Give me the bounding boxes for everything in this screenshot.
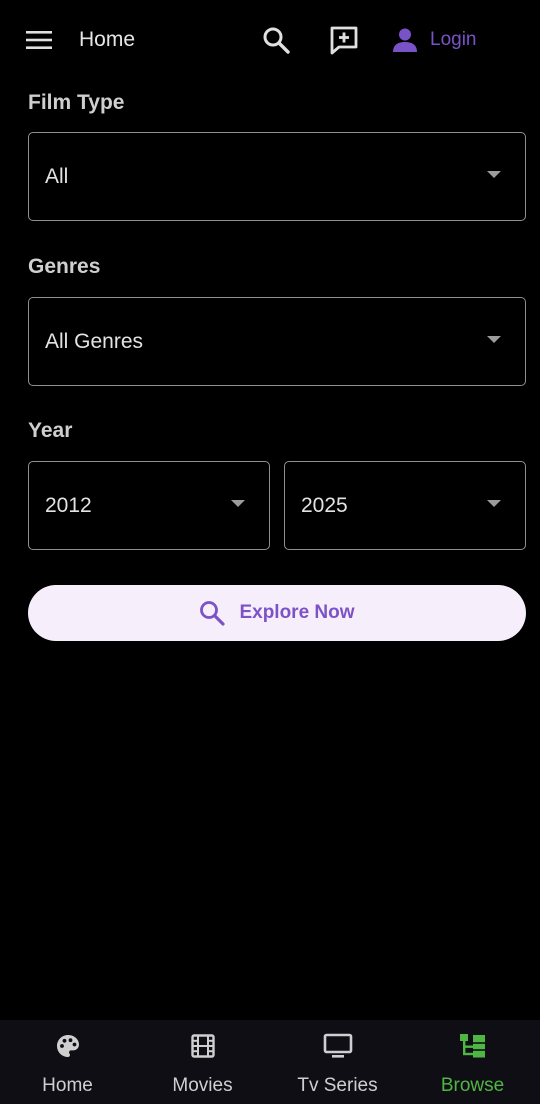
page-title: Home: [79, 28, 136, 51]
menu-icon: [26, 31, 52, 49]
login-label: Login: [430, 29, 477, 50]
year-to-select[interactable]: 2025: [284, 461, 526, 550]
request-button[interactable]: [325, 22, 363, 58]
nav-label-tv-series: Tv Series: [297, 1075, 378, 1096]
chevron-down-icon: [487, 500, 501, 507]
year-from-value: 2012: [45, 493, 92, 517]
search-icon: [263, 27, 290, 54]
person-icon: [393, 28, 417, 52]
film-type-value: All: [45, 164, 69, 188]
search-icon: [200, 601, 226, 626]
chevron-down-icon: [487, 171, 501, 178]
film-type-select[interactable]: All: [28, 132, 526, 221]
year-label: Year: [28, 419, 73, 442]
chevron-down-icon: [487, 336, 501, 343]
tv-icon: [323, 1033, 352, 1058]
nav-label-home: Home: [42, 1075, 93, 1096]
nav-item-home[interactable]: Home: [0, 1020, 135, 1104]
menu-button[interactable]: [22, 24, 56, 56]
search-button[interactable]: [258, 22, 294, 58]
year-from-select[interactable]: 2012: [28, 461, 270, 550]
genres-value: All Genres: [45, 329, 144, 353]
nav-label-browse: Browse: [440, 1075, 505, 1096]
nav-item-movies[interactable]: Movies: [135, 1020, 270, 1104]
add-comment-icon: [330, 26, 358, 55]
explore-now-button[interactable]: Explore Now: [28, 585, 526, 641]
nav-label-movies: Movies: [172, 1075, 233, 1096]
explore-now-label: Explore Now: [239, 602, 355, 623]
film-type-label: Film Type: [28, 91, 125, 114]
bottom-navigation: Home Movies Tv Series Browse: [0, 1020, 540, 1104]
login-button[interactable]: Login: [392, 22, 477, 58]
chevron-down-icon: [231, 500, 245, 507]
year-to-value: 2025: [301, 493, 348, 517]
genres-label: Genres: [28, 255, 101, 278]
browse-icon: [459, 1034, 485, 1058]
palette-icon: [56, 1035, 79, 1057]
genres-select[interactable]: All Genres: [28, 297, 526, 386]
top-app-bar: Home Login: [0, 0, 540, 80]
nav-item-tv-series[interactable]: Tv Series: [270, 1020, 405, 1104]
film-icon: [190, 1034, 215, 1058]
nav-item-browse[interactable]: Browse: [405, 1020, 540, 1104]
